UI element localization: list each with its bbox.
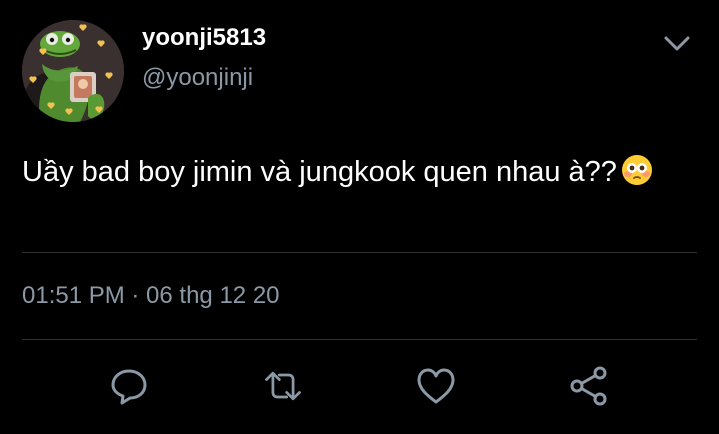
tweet-detail: yoonji5813 @yoonjinji Uầy bad boy jimin … [0,0,719,434]
divider [22,339,697,340]
share-icon[interactable] [567,364,611,408]
retweet-icon[interactable] [261,364,305,408]
tweet-text: Uầy bad boy jimin và jungkook quen nhau … [22,156,617,188]
user-handle[interactable]: @yoonjinji [142,64,253,92]
tweet-body: Uầy bad boy jimin và jungkook quen nhau … [22,152,682,198]
like-icon[interactable] [414,364,458,408]
reply-icon[interactable] [107,364,151,408]
divider [22,252,697,253]
flushed-face-emoji-icon [621,154,653,198]
tweet-timestamp[interactable]: 01:51 PM · 06 thg 12 20 [22,282,280,310]
chevron-down-icon[interactable] [662,30,692,56]
kermit-frog-avatar-icon [22,20,124,122]
avatar[interactable] [22,20,124,122]
display-name[interactable]: yoonji5813 [142,24,266,52]
